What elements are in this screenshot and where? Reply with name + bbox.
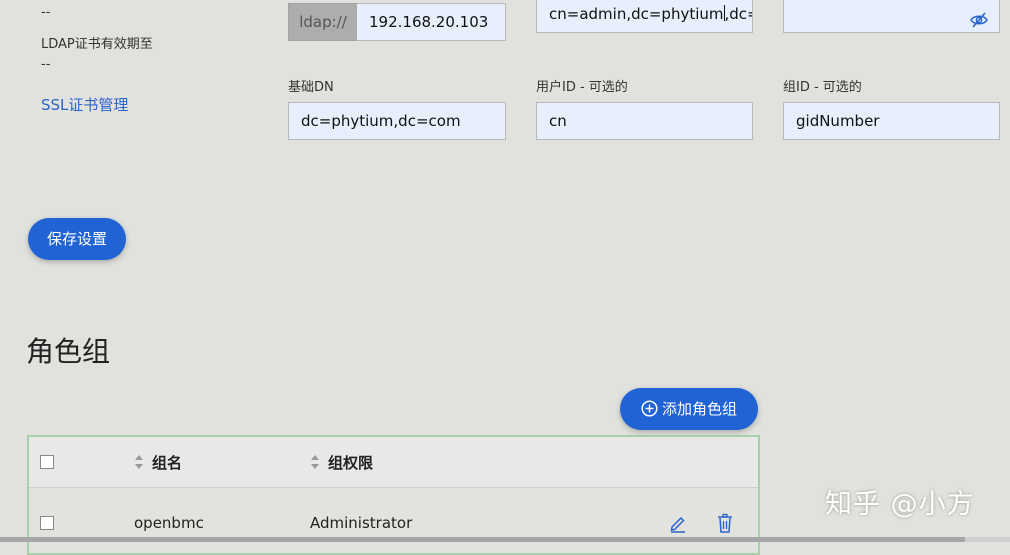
server-address-input[interactable]: 192.168.20.103 <box>357 3 506 41</box>
cert-expiry-label: LDAP证书有效期至 <box>41 37 153 52</box>
bind-dn-value-part2: ,dc=c <box>724 5 753 23</box>
save-settings-button[interactable]: 保存设置 <box>28 218 126 260</box>
bind-password-input[interactable] <box>783 0 1000 33</box>
add-role-group-label: 添加角色组 <box>661 400 737 418</box>
row-group-name: openbmc <box>134 514 204 532</box>
group-id-input[interactable]: gidNumber <box>783 102 1000 140</box>
sort-icon[interactable] <box>134 454 144 470</box>
group-id-value: gidNumber <box>796 112 880 130</box>
server-prefix: ldap:// <box>288 3 358 41</box>
pencil-icon[interactable] <box>668 513 688 533</box>
column-header-group-name[interactable]: 组名 <box>152 452 182 473</box>
group-id-label: 组ID - 可选的 <box>783 80 862 95</box>
user-id-value: cn <box>549 112 567 130</box>
base-dn-label: 基础DN <box>288 80 334 95</box>
server-address-value: 192.168.20.103 <box>369 13 489 31</box>
row-group-privilege: Administrator <box>310 514 413 532</box>
dash-value-top: -- <box>41 5 51 20</box>
base-dn-value: dc=phytium,dc=com <box>301 112 461 130</box>
role-groups-title: 角色组 <box>26 335 111 368</box>
ssl-certificate-link[interactable]: SSL证书管理 <box>41 94 128 115</box>
table-header: 组名 组权限 <box>29 437 758 488</box>
table-row: openbmc Administrator <box>29 488 758 554</box>
bind-dn-value-part1: cn=admin,dc=phytium <box>549 5 724 23</box>
bind-dn-input[interactable]: cn=admin,dc=phytium,dc=c <box>536 0 753 33</box>
eye-slash-icon[interactable] <box>969 6 989 28</box>
watermark: 知乎 @小方 <box>825 489 975 520</box>
select-all-checkbox[interactable] <box>40 455 54 469</box>
column-header-group-privilege[interactable]: 组权限 <box>328 452 373 473</box>
sort-icon[interactable] <box>310 454 320 470</box>
horizontal-scrollbar-thumb[interactable] <box>0 537 965 542</box>
base-dn-input[interactable]: dc=phytium,dc=com <box>288 102 506 140</box>
user-id-label: 用户ID - 可选的 <box>536 80 628 95</box>
row-checkbox[interactable] <box>40 516 54 530</box>
cert-expiry-value: -- <box>41 57 51 72</box>
trash-icon[interactable] <box>715 513 735 533</box>
add-role-group-button[interactable]: 添加角色组 <box>620 388 758 430</box>
plus-circle-icon <box>641 391 658 433</box>
user-id-input[interactable]: cn <box>536 102 753 140</box>
